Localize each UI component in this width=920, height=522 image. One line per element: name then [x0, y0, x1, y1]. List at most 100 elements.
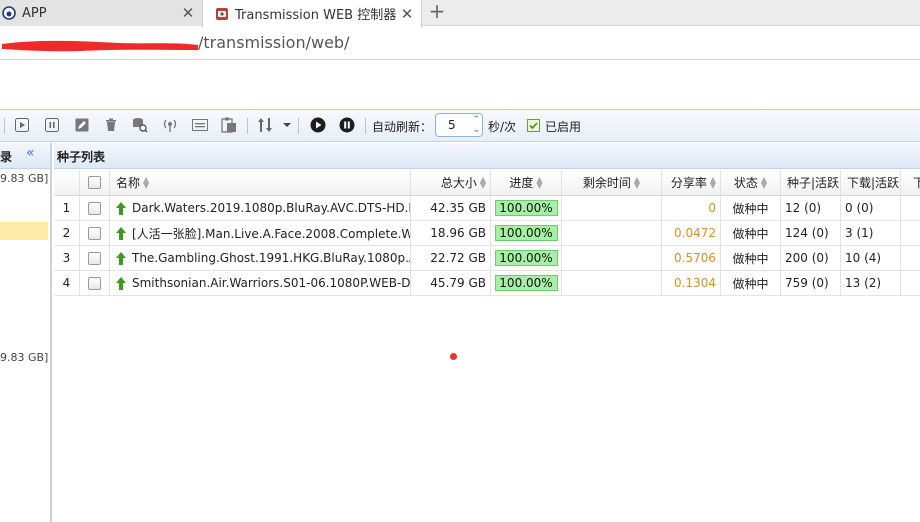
row-index: 3 — [54, 246, 80, 270]
row-select-cell — [80, 271, 110, 295]
toolbar: 自动刷新： 5 ⌃ ⌄ 秒/次 已启用 — [0, 110, 920, 142]
column-header-peers[interactable]: 下载|活跃 — [841, 170, 901, 195]
torrent-seeds: 12 (0) — [781, 196, 841, 220]
auto-refresh-enabled-checkbox[interactable] — [527, 119, 540, 132]
chevron-down-icon — [283, 123, 291, 127]
page-banner-area — [0, 61, 920, 110]
redaction-mark — [2, 40, 198, 52]
sort-menu-dropdown[interactable] — [279, 117, 295, 133]
torrent-peers: 10 (4) — [841, 246, 901, 270]
tab-app[interactable]: APP ✕ — [0, 0, 202, 26]
chevron-down-icon[interactable]: ⌄ — [472, 125, 480, 135]
progress-cell: 100.00% — [491, 221, 562, 245]
table-row[interactable]: 1 Dark.Waters.2019.1080p.BluRay.AVC.DTS-… — [54, 196, 920, 221]
torrent-peers: 0 (0) — [841, 196, 901, 220]
pause-all-button[interactable] — [339, 117, 355, 133]
broadcast-icon — [163, 119, 177, 132]
sort-icon: ▲ ▼ — [479, 174, 486, 190]
play-circle-icon — [310, 117, 326, 133]
column-header-progress[interactable]: 进度 ▲ ▼ — [491, 170, 562, 195]
column-header-label: 状态 — [733, 176, 758, 190]
column-header-label: 总大小 — [440, 176, 477, 190]
torrent-ratio: 0.1304 — [662, 271, 721, 295]
collapse-panel-icon[interactable]: « — [26, 145, 35, 161]
new-tab-button[interactable]: + — [428, 0, 446, 26]
column-header-status[interactable]: 状态 ▲ ▼ — [721, 170, 781, 195]
tab-title: Transmission WEB 控制器 1 — [235, 8, 399, 23]
torrent-extra-cell — [901, 221, 920, 245]
select-all-cell — [80, 170, 110, 195]
tab-transmission[interactable]: Transmission WEB 控制器 1 ✕ — [202, 0, 422, 27]
column-header-label: 剩余时间 — [582, 176, 631, 190]
row-checkbox[interactable] — [88, 201, 101, 215]
set-location-button[interactable] — [192, 117, 208, 133]
column-header-size[interactable]: 总大小 ▲ ▼ — [411, 170, 491, 195]
table-row[interactable]: 3 The.Gambling.Ghost.1991.HKG.BluRay.108… — [54, 246, 920, 271]
torrent-name: [人活一张脸].Man.Live.A.Face.2008.Complete.WE… — [132, 226, 410, 241]
seeding-arrow-icon — [116, 201, 126, 215]
clipboard-icon — [221, 117, 236, 133]
column-header-eta[interactable]: 剩余时间 ▲ ▼ — [562, 170, 662, 195]
tab-title: APP — [22, 5, 47, 21]
column-header-extra[interactable]: 下 — [901, 170, 920, 195]
start-torrent-button[interactable] — [14, 117, 30, 133]
row-select-cell — [80, 221, 110, 245]
column-header-ratio[interactable]: 分享率 ▲ ▼ — [662, 170, 721, 195]
auto-refresh-enabled-label: 已启用 — [545, 120, 582, 134]
torrent-size: 45.79 GB — [411, 271, 491, 295]
close-icon[interactable]: ✕ — [399, 6, 415, 22]
seeding-arrow-icon — [116, 226, 126, 240]
table-row[interactable]: 4 Smithsonian.Air.Warriors.S01-06.1080P.… — [54, 271, 920, 296]
address-bar[interactable]: /transmission/web/ — [0, 27, 920, 60]
select-all-checkbox[interactable] — [88, 176, 101, 189]
seeding-arrow-icon — [116, 251, 126, 265]
column-header-seeds[interactable]: 种子|活跃 — [781, 170, 841, 195]
torrent-name-cell[interactable]: Dark.Waters.2019.1080p.BluRay.AVC.DTS-HD… — [110, 196, 411, 220]
torrent-eta — [562, 221, 662, 245]
progress-cell: 100.00% — [491, 196, 562, 220]
pause-torrent-button[interactable] — [44, 117, 60, 133]
category-size[interactable]: 9.83 GB] — [0, 172, 48, 185]
category-size[interactable]: 9.83 GB] — [0, 351, 48, 364]
torrent-status: 做种中 — [721, 246, 781, 270]
torrent-name-cell[interactable]: [人活一张脸].Man.Live.A.Face.2008.Complete.WE… — [110, 221, 411, 245]
refresh-interval-value[interactable]: 5 — [448, 118, 456, 132]
row-index: 4 — [54, 271, 80, 295]
start-all-button[interactable] — [310, 117, 326, 133]
row-index: 1 — [54, 196, 80, 220]
reannounce-button[interactable] — [162, 117, 178, 133]
torrent-seeds: 200 (0) — [781, 246, 841, 270]
table-row[interactable]: 2 [人活一张脸].Man.Live.A.Face.2008.Complete.… — [54, 221, 920, 246]
refresh-interval-input[interactable]: 5 ⌃ ⌄ — [435, 113, 483, 137]
chevron-up-icon[interactable]: ⌃ — [472, 115, 480, 125]
sort-direction-button[interactable] — [257, 117, 273, 133]
torrent-eta — [562, 246, 662, 270]
torrent-ratio: 0 — [662, 196, 721, 220]
verify-button[interactable] — [132, 117, 148, 133]
edit-button[interactable] — [74, 117, 90, 133]
torrent-status: 做种中 — [721, 271, 781, 295]
refresh-unit-label: 秒/次 — [488, 120, 517, 134]
row-checkbox[interactable] — [88, 226, 101, 240]
trash-icon — [106, 118, 116, 131]
column-header-label: 名称 — [116, 176, 141, 190]
torrent-name-cell[interactable]: The.Gambling.Ghost.1991.HKG.BluRay.1080p… — [110, 246, 411, 270]
url-text[interactable]: /transmission/web/ — [198, 33, 349, 52]
torrent-name-cell[interactable]: Smithsonian.Air.Warriors.S01-06.1080P.WE… — [110, 271, 411, 295]
row-checkbox[interactable] — [88, 276, 101, 290]
row-checkbox[interactable] — [88, 251, 101, 265]
torrent-extra-cell — [901, 271, 920, 295]
torrent-name: Smithsonian.Air.Warriors.S01-06.1080P.WE… — [132, 276, 410, 290]
row-index: 2 — [54, 221, 80, 245]
column-header-name[interactable]: 名称 ▲ ▼ — [110, 170, 411, 195]
close-icon[interactable]: ✕ — [180, 5, 196, 21]
torrent-size: 22.72 GB — [411, 246, 491, 270]
selected-category-item[interactable] — [0, 222, 48, 240]
toolbar-separator — [298, 118, 299, 134]
torrent-list-panel: 种子列表 名称 ▲ ▼ 总大小 ▲ ▼ 进度 ▲ ▼ 剩余时间 ▲ ▼ 分享率 ▲ ▼ 状态 ▲ ▼ 种… — [54, 143, 920, 522]
browser-tab-strip: APP ✕ Transmission WEB 控制器 1 ✕ + — [0, 0, 920, 27]
auto-refresh-label: 自动刷新： — [372, 120, 433, 134]
sort-icon: ▲ ▼ — [633, 174, 641, 190]
copy-magnet-button[interactable] — [221, 117, 237, 133]
delete-button[interactable] — [103, 117, 119, 133]
